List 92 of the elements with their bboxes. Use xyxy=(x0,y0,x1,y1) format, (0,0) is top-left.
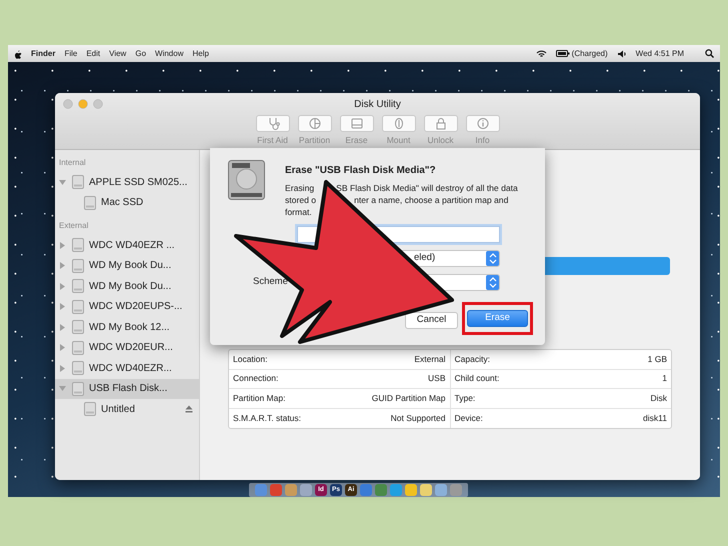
info-label: Partition Map: xyxy=(233,392,286,405)
message-text: Erasing xyxy=(285,182,314,194)
battery-icon[interactable] xyxy=(556,50,570,57)
sidebar-item[interactable]: WDC WD20EUPS-... xyxy=(55,296,199,317)
stepper-icon[interactable] xyxy=(486,251,498,266)
section-header: Internal xyxy=(58,157,87,169)
sidebar-item[interactable]: Mac SSD xyxy=(55,192,199,213)
sidebar-item[interactable]: WDC WD40EZR... xyxy=(55,358,199,378)
menu-item[interactable]: Edit xyxy=(86,48,100,60)
app-icon[interactable] xyxy=(255,484,267,496)
menu-item[interactable]: Window xyxy=(155,48,184,60)
info-label: Type: xyxy=(454,392,476,405)
sidebar-item[interactable]: WD My Book Du... xyxy=(55,256,199,276)
battery-status: (Charged) xyxy=(572,48,608,60)
info-value: GUID Partition Map xyxy=(372,392,446,405)
drive-icon xyxy=(84,402,96,416)
expand-triangle-icon[interactable] xyxy=(58,302,67,312)
info-value: disk11 xyxy=(643,412,667,425)
collapse-triangle-icon[interactable] xyxy=(58,178,67,187)
app-icon[interactable] xyxy=(360,484,372,496)
sidebar-item-selected[interactable]: USB Flash Disk... xyxy=(55,378,199,399)
section-header: External xyxy=(58,220,90,232)
drive-icon xyxy=(72,175,84,190)
info-value: Disk xyxy=(650,392,667,405)
app-icon[interactable] xyxy=(375,484,387,496)
search-icon[interactable] xyxy=(705,49,714,58)
info-value: Not Supported xyxy=(390,412,446,425)
app-icon[interactable] xyxy=(300,484,312,496)
message-text: nter a name, choose a partition map and xyxy=(354,194,508,206)
message-text: stored o xyxy=(285,194,316,206)
sidebar-item[interactable]: WD My Book Du... xyxy=(55,276,199,296)
info-label: Connection: xyxy=(233,372,278,386)
app-icon[interactable] xyxy=(435,484,447,496)
sidebar-item[interactable]: WDC WD40EZR ... xyxy=(55,235,199,256)
expand-triangle-icon[interactable] xyxy=(58,364,67,373)
sidebar-item[interactable]: WDC WD20EUR... xyxy=(55,338,199,358)
info-label: Child count: xyxy=(454,372,500,386)
message-text: SB Flash Disk Media" will destroy of all the data xyxy=(336,182,518,194)
sidebar-item[interactable]: Untitled xyxy=(55,399,199,420)
eject-icon[interactable] xyxy=(185,405,193,414)
sidebar-item[interactable]: APPLE SSD SM025... xyxy=(55,172,199,192)
info-value: 1 xyxy=(662,372,667,386)
drive-icon xyxy=(72,238,84,252)
menu-item[interactable]: Help xyxy=(192,48,209,60)
menu-item[interactable]: Go xyxy=(135,48,146,60)
app-icon[interactable] xyxy=(405,484,417,496)
stepper-icon[interactable] xyxy=(486,275,498,290)
app-icon[interactable] xyxy=(285,484,297,496)
apple-logo-icon[interactable] xyxy=(14,48,22,58)
menu-item[interactable]: Finder xyxy=(31,48,56,60)
app-icon[interactable] xyxy=(390,484,402,496)
window-title: Disk Utility xyxy=(354,98,401,112)
menu-item[interactable]: View xyxy=(109,48,126,60)
pie-chart-icon xyxy=(306,117,322,130)
scheme-label: Scheme xyxy=(253,275,289,290)
sidebar-item[interactable]: WD My Book 12... xyxy=(55,317,199,338)
expand-triangle-icon[interactable] xyxy=(58,343,67,352)
expand-triangle-icon[interactable] xyxy=(58,282,67,291)
drive-icon xyxy=(72,361,84,376)
menu-item[interactable]: File xyxy=(64,48,78,60)
dialog-title: Erase "USB Flash Disk Media"? xyxy=(285,164,437,178)
zoom-icon[interactable] xyxy=(93,99,103,109)
drive-icon xyxy=(72,279,84,294)
drive-icon xyxy=(72,340,84,355)
clock[interactable]: Wed 4:51 PM xyxy=(636,48,684,60)
expand-triangle-icon[interactable] xyxy=(58,261,67,270)
info-icon xyxy=(474,117,490,130)
drive-icon xyxy=(84,196,96,210)
expand-triangle-icon[interactable] xyxy=(58,322,67,332)
app-icon[interactable] xyxy=(270,484,282,496)
info-value: External xyxy=(414,352,446,366)
app-icon[interactable] xyxy=(420,484,432,496)
drive-icon xyxy=(72,382,84,396)
drive-icon xyxy=(72,300,84,314)
info-label: Capacity: xyxy=(454,352,490,366)
drive-icon xyxy=(72,258,84,273)
info-label: Location: xyxy=(233,352,268,366)
expand-triangle-icon[interactable] xyxy=(58,240,67,250)
message-text: format. xyxy=(285,206,312,218)
wifi-icon[interactable] xyxy=(536,50,547,58)
info-value: USB xyxy=(428,372,446,386)
minimize-icon[interactable] xyxy=(78,99,88,109)
hard-drive-icon xyxy=(228,160,265,200)
collapse-triangle-icon[interactable] xyxy=(58,384,67,394)
info-label: S.M.A.R.T. status: xyxy=(233,412,302,425)
close-icon[interactable] xyxy=(63,99,73,109)
app-icon[interactable] xyxy=(450,484,462,496)
drive-icon xyxy=(72,320,84,334)
speaker-icon[interactable] xyxy=(616,50,627,58)
info-label: Device: xyxy=(454,412,483,425)
info-value: 1 GB xyxy=(648,352,667,366)
cancel-button[interactable]: Cancel xyxy=(405,312,458,328)
